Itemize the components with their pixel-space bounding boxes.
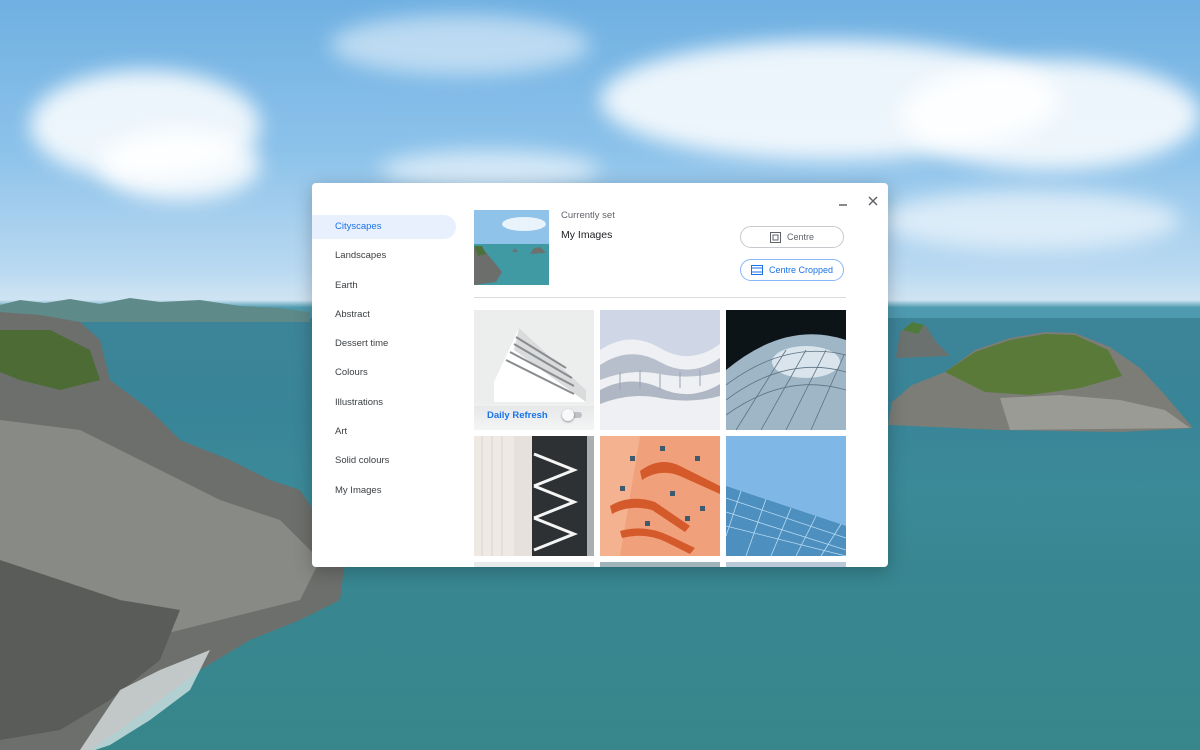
centre-cropped-button-label: Centre Cropped <box>768 265 834 275</box>
centre-cropped-button[interactable]: Centre Cropped <box>740 259 844 281</box>
wallpaper-tile[interactable] <box>474 562 594 567</box>
sidebar-item-illustrations[interactable]: Illustrations <box>312 391 462 415</box>
collection-sidebar: Cityscapes Landscapes Earth Abstract Des… <box>312 215 462 508</box>
wallpaper-tile[interactable] <box>726 562 846 567</box>
close-icon <box>868 196 878 206</box>
wallpaper-tile[interactable] <box>726 436 846 556</box>
daily-refresh-label: Daily Refresh <box>487 409 548 421</box>
sidebar-item-cityscapes[interactable]: Cityscapes <box>312 215 456 239</box>
current-wallpaper-thumbnail <box>474 210 549 285</box>
sidebar-item-colours[interactable]: Colours <box>312 361 462 385</box>
wallpaper-tile[interactable] <box>600 310 720 430</box>
close-button[interactable] <box>861 189 885 213</box>
minimize-icon <box>839 204 847 206</box>
wallpaper-tile[interactable] <box>474 436 594 556</box>
wallpaper-tile[interactable] <box>726 310 846 430</box>
wallpaper-tile[interactable]: Daily Refresh <box>474 310 594 430</box>
sidebar-item-art[interactable]: Art <box>312 420 462 444</box>
wallpaper-grid: Daily Refresh <box>474 310 846 567</box>
sidebar-item-dessert-time[interactable]: Dessert time <box>312 332 462 356</box>
current-collection-name: My Images <box>561 229 613 241</box>
wallpaper-tile[interactable] <box>600 436 720 556</box>
sidebar-item-abstract[interactable]: Abstract <box>312 303 462 327</box>
header-divider <box>474 297 846 298</box>
sidebar-item-my-images[interactable]: My Images <box>312 479 462 503</box>
centre-cropped-icon <box>750 265 763 275</box>
centre-button[interactable]: Centre <box>740 226 844 248</box>
currently-set-label: Currently set <box>561 210 615 221</box>
daily-refresh-toggle[interactable] <box>562 409 584 421</box>
sidebar-item-earth[interactable]: Earth <box>312 274 462 298</box>
centre-icon <box>769 231 781 243</box>
daily-refresh-bar: Daily Refresh <box>474 400 594 430</box>
wallpaper-picker-window: Cityscapes Landscapes Earth Abstract Des… <box>312 183 888 567</box>
sidebar-item-solid-colours[interactable]: Solid colours <box>312 449 462 473</box>
minimize-button[interactable] <box>831 189 855 213</box>
sidebar-item-landscapes[interactable]: Landscapes <box>312 244 462 268</box>
centre-button-label: Centre <box>786 232 814 242</box>
wallpaper-tile[interactable] <box>600 562 720 567</box>
